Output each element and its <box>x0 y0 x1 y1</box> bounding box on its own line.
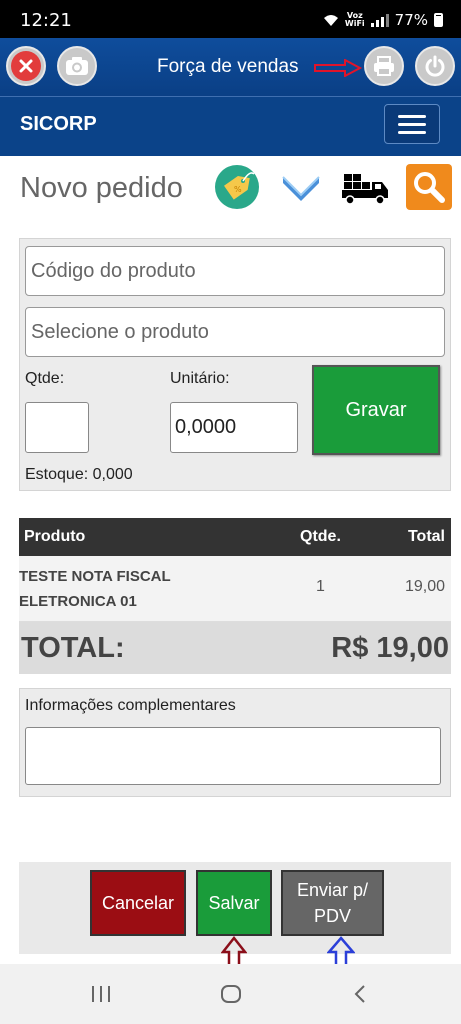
product-entry-panel: Código do produto Selecione o produto Qt… <box>19 238 451 491</box>
clock: 12:21 <box>20 10 72 31</box>
back-icon[interactable] <box>352 984 368 1004</box>
signal-icon <box>370 13 389 27</box>
items-table: Produto Qtde. Total TESTE NOTA FISCAL EL… <box>19 518 451 674</box>
price-tag-button[interactable]: % <box>214 164 260 210</box>
table-header: Produto Qtde. Total <box>19 518 451 556</box>
cancel-button[interactable]: Cancelar <box>90 870 186 936</box>
recent-apps-icon[interactable] <box>90 984 112 1004</box>
printer-icon <box>369 51 399 81</box>
app-header: Força de vendas <box>0 38 461 96</box>
price-tag-icon: % <box>215 165 259 209</box>
close-button[interactable] <box>6 46 46 86</box>
row-product: TESTE NOTA FISCAL ELETRONICA 01 <box>19 568 171 610</box>
row-qty: 1 <box>316 578 325 595</box>
page-title: Novo pedido <box>20 172 183 204</box>
row-total: 19,00 <box>404 578 445 595</box>
delivery-button[interactable] <box>340 170 390 206</box>
camera-icon <box>62 51 92 81</box>
table-row[interactable]: TESTE NOTA FISCAL ELETRONICA 01 1 19,00 <box>19 556 451 622</box>
column-header-total: Total <box>407 528 445 545</box>
wifi-icon <box>323 14 338 26</box>
unit-price-label: Unitário: <box>170 370 230 387</box>
additional-info-panel: Informações complementares <box>19 688 451 797</box>
qty-label: Qtde: <box>25 370 65 387</box>
brand-bar: SICORP <box>0 96 461 156</box>
stock-text: Estoque: 0,000 <box>25 466 133 483</box>
order-total-row: TOTAL: R$ 19,00 <box>19 622 451 674</box>
home-icon[interactable] <box>220 984 242 1004</box>
status-bar: 12:21 Voz WiFi 77% <box>0 0 461 38</box>
product-code-input[interactable]: Código do produto <box>25 246 445 296</box>
product-select[interactable]: Selecione o produto <box>25 307 445 357</box>
save-item-button[interactable]: Gravar <box>312 365 440 455</box>
column-header-qty: Qtde. <box>300 528 341 545</box>
search-icon <box>414 172 445 203</box>
annotation-arrow-icon <box>314 59 363 77</box>
power-button[interactable] <box>415 46 455 86</box>
battery-icon <box>434 13 443 27</box>
power-icon <box>420 51 450 81</box>
column-header-product: Produto <box>24 528 86 545</box>
additional-info-label: Informações complementares <box>25 697 236 714</box>
system-nav-bar <box>0 964 461 1024</box>
print-button[interactable] <box>364 46 404 86</box>
search-button[interactable] <box>406 164 452 210</box>
brand-link[interactable]: SICORP <box>20 113 97 136</box>
chevron-down-icon <box>282 176 320 201</box>
additional-info-textarea[interactable] <box>25 727 441 785</box>
delivery-truck-icon <box>342 174 388 205</box>
carrier-label: Voz WiFi <box>344 11 365 28</box>
app-title: Força de vendas <box>157 56 299 77</box>
hamburger-menu-button[interactable] <box>384 104 440 144</box>
total-label: TOTAL: <box>21 632 125 664</box>
send-to-pdv-button[interactable]: Enviar p/ PDV <box>281 870 384 936</box>
close-icon <box>11 51 41 81</box>
expand-button[interactable] <box>280 172 322 204</box>
battery-percent: 77% <box>394 11 428 29</box>
qty-input[interactable] <box>25 402 89 453</box>
save-button[interactable]: Salvar <box>196 870 272 936</box>
unit-price-input[interactable]: 0,0000 <box>170 402 298 453</box>
svg-text:%: % <box>234 185 242 194</box>
total-value: R$ 19,00 <box>331 632 449 664</box>
camera-button[interactable] <box>57 46 97 86</box>
